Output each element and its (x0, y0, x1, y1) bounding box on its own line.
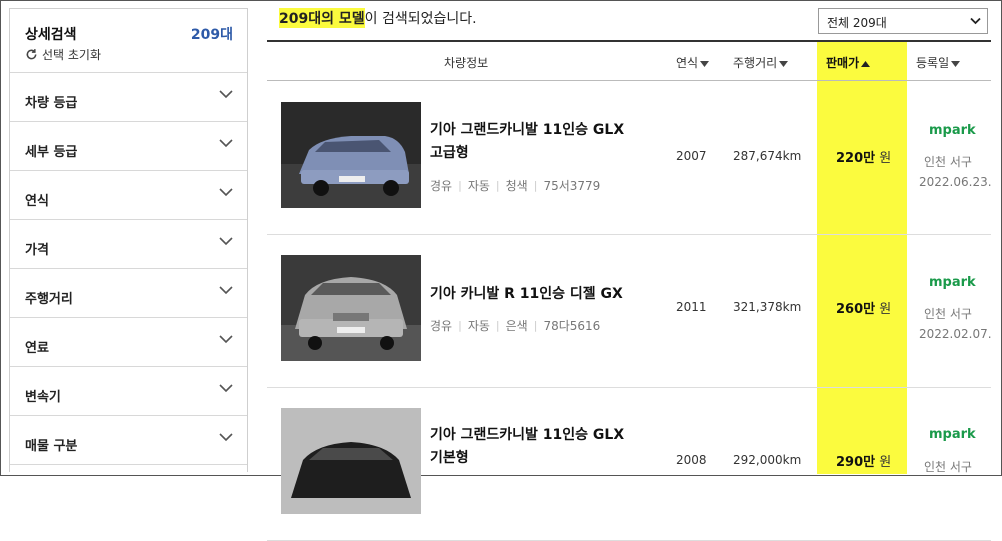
col-label: 판매가 (826, 56, 860, 70)
col-header-reg-date[interactable]: 등록일 (916, 54, 961, 71)
filter-label: 매물 구분 (25, 439, 78, 454)
car-price: 290만 원 (836, 451, 891, 470)
dealer-logo: mpark (929, 123, 976, 138)
col-label: 등록일 (916, 56, 950, 70)
car-photo[interactable] (281, 102, 421, 208)
table-top-border (267, 40, 991, 42)
select-value: 전체 209대 (827, 16, 887, 30)
table-row[interactable]: 기아 그랜드카니발 11인승 GLX 기본형 2008 292,000km 29… (267, 388, 991, 541)
car-name[interactable]: 기아 그랜드카니발 11인승 GLX 고급형 (430, 119, 660, 165)
sort-down-icon (951, 60, 961, 67)
car-mileage: 287,674km (733, 149, 802, 163)
col-header-info: 차량정보 (444, 56, 489, 70)
table-row[interactable]: 기아 카니발 R 11인승 디젤 GX 경유 | 자동 | 은색 | 78다5616 … (267, 235, 992, 388)
filter-transmission[interactable]: 변속기 (10, 367, 247, 416)
car-name-line1: 기아 그랜드카니발 11인승 GLX (430, 122, 625, 138)
filter-label: 연식 (25, 194, 49, 209)
chevron-down-icon (219, 237, 233, 246)
price-unit: 원 (879, 455, 892, 470)
chevron-down-icon (219, 188, 233, 197)
result-count-badge: 209대 (190, 27, 233, 43)
transmission: 자동 (467, 319, 490, 333)
filter-mileage[interactable]: 주행거리 (10, 269, 247, 318)
filter-label: 연료 (25, 341, 49, 356)
price-value: 260만 (836, 302, 876, 317)
car-name-line2: 고급형 (430, 145, 469, 161)
filter-sub-grade[interactable]: 세부 등급 (10, 122, 247, 171)
reg-date: 2022.02.07. (919, 327, 992, 341)
car-specs: 경유 | 자동 | 은색 | 78다5616 (430, 319, 601, 333)
dealer-logo: mpark (929, 275, 976, 290)
filter-listing-type[interactable]: 매물 구분 (10, 416, 247, 465)
chevron-down-icon (219, 286, 233, 295)
col-header-mileage[interactable]: 주행거리 (733, 54, 789, 71)
chevron-down-icon (219, 90, 233, 99)
price-unit: 원 (879, 302, 892, 317)
filter-label: 변속기 (25, 390, 61, 405)
result-filter-select[interactable]: 전체 209대 (818, 8, 988, 34)
car-year: 2011 (676, 300, 707, 314)
color: 청색 (505, 179, 528, 193)
filter-label: 주행거리 (25, 292, 73, 307)
price-value: 220만 (836, 151, 876, 166)
car-year: 2007 (676, 149, 707, 163)
filter-sidebar: 상세검색 209대 선택 초기화 차량 등급 세부 등급 연식 가격 주행거리 … (9, 8, 248, 472)
refresh-icon (26, 49, 37, 60)
results-suffix: 이 검색되었습니다. (364, 11, 477, 27)
results-summary: 209대의 모델 이 검색되었습니다. (279, 8, 477, 28)
car-photo[interactable] (281, 408, 421, 514)
sort-up-icon (861, 60, 871, 67)
plate-number: 75서3779 (543, 179, 601, 193)
filter-price[interactable]: 가격 (10, 220, 247, 269)
car-year: 2008 (676, 453, 707, 467)
car-name-line2: 기본형 (430, 450, 469, 466)
car-price: 260만 원 (836, 298, 891, 317)
chevron-down-icon (219, 139, 233, 148)
col-header-price[interactable]: 판매가 (826, 54, 871, 71)
reset-label: 선택 초기화 (42, 48, 102, 62)
dealer-location: 인천 서구 (924, 155, 972, 169)
sort-down-icon (779, 60, 789, 67)
car-name[interactable]: 기아 그랜드카니발 11인승 GLX 기본형 (430, 424, 660, 470)
color: 은색 (505, 319, 528, 333)
car-specs: 경유 | 자동 | 청색 | 75서3779 (430, 179, 601, 193)
car-name[interactable]: 기아 카니발 R 11인승 디젤 GX (430, 283, 660, 306)
filter-fuel[interactable]: 연료 (10, 318, 247, 367)
filter-label: 차량 등급 (25, 96, 78, 111)
chevron-down-icon (219, 335, 233, 344)
reg-date: 2022.06.23. (919, 175, 992, 189)
plate-number: 78다5616 (543, 319, 601, 333)
fuel: 경유 (430, 319, 453, 333)
car-name-line1: 기아 카니발 R 11인승 디젤 GX (430, 286, 623, 302)
filter-label: 가격 (25, 243, 49, 258)
sort-down-icon (700, 60, 710, 67)
chevron-down-icon (219, 384, 233, 393)
car-mileage: 321,378km (733, 300, 802, 314)
table-row[interactable]: 기아 그랜드카니발 11인승 GLX 고급형 경유 | 자동 | 청색 | 75서37… (267, 82, 992, 235)
col-label: 주행거리 (733, 56, 778, 70)
sidebar-header: 상세검색 209대 선택 초기화 (10, 9, 247, 73)
table-header-border (267, 80, 991, 81)
sidebar-title: 상세검색 (25, 27, 77, 43)
reset-selection-button[interactable]: 선택 초기화 (25, 46, 101, 63)
filter-label: 세부 등급 (25, 145, 78, 160)
dealer-location: 인천 서구 (924, 307, 972, 321)
col-header-year[interactable]: 연식 (676, 54, 710, 71)
car-mileage: 292,000km (733, 453, 802, 467)
car-photo[interactable] (281, 255, 421, 361)
filter-car-grade[interactable]: 차량 등급 (10, 73, 247, 122)
filter-year[interactable]: 연식 (10, 171, 247, 220)
chevron-down-icon (219, 433, 233, 442)
transmission: 자동 (467, 179, 490, 193)
results-count-highlight: 209대의 모델 (279, 8, 365, 28)
dealer-logo: mpark (929, 427, 976, 442)
dealer-location: 인천 서구 (924, 460, 972, 474)
price-value: 290만 (836, 455, 876, 470)
fuel: 경유 (430, 179, 453, 193)
price-unit: 원 (879, 151, 892, 166)
chevron-down-icon (970, 17, 981, 25)
car-price: 220만 원 (836, 147, 891, 166)
car-name-line1: 기아 그랜드카니발 11인승 GLX (430, 427, 625, 443)
col-label: 연식 (676, 56, 699, 70)
